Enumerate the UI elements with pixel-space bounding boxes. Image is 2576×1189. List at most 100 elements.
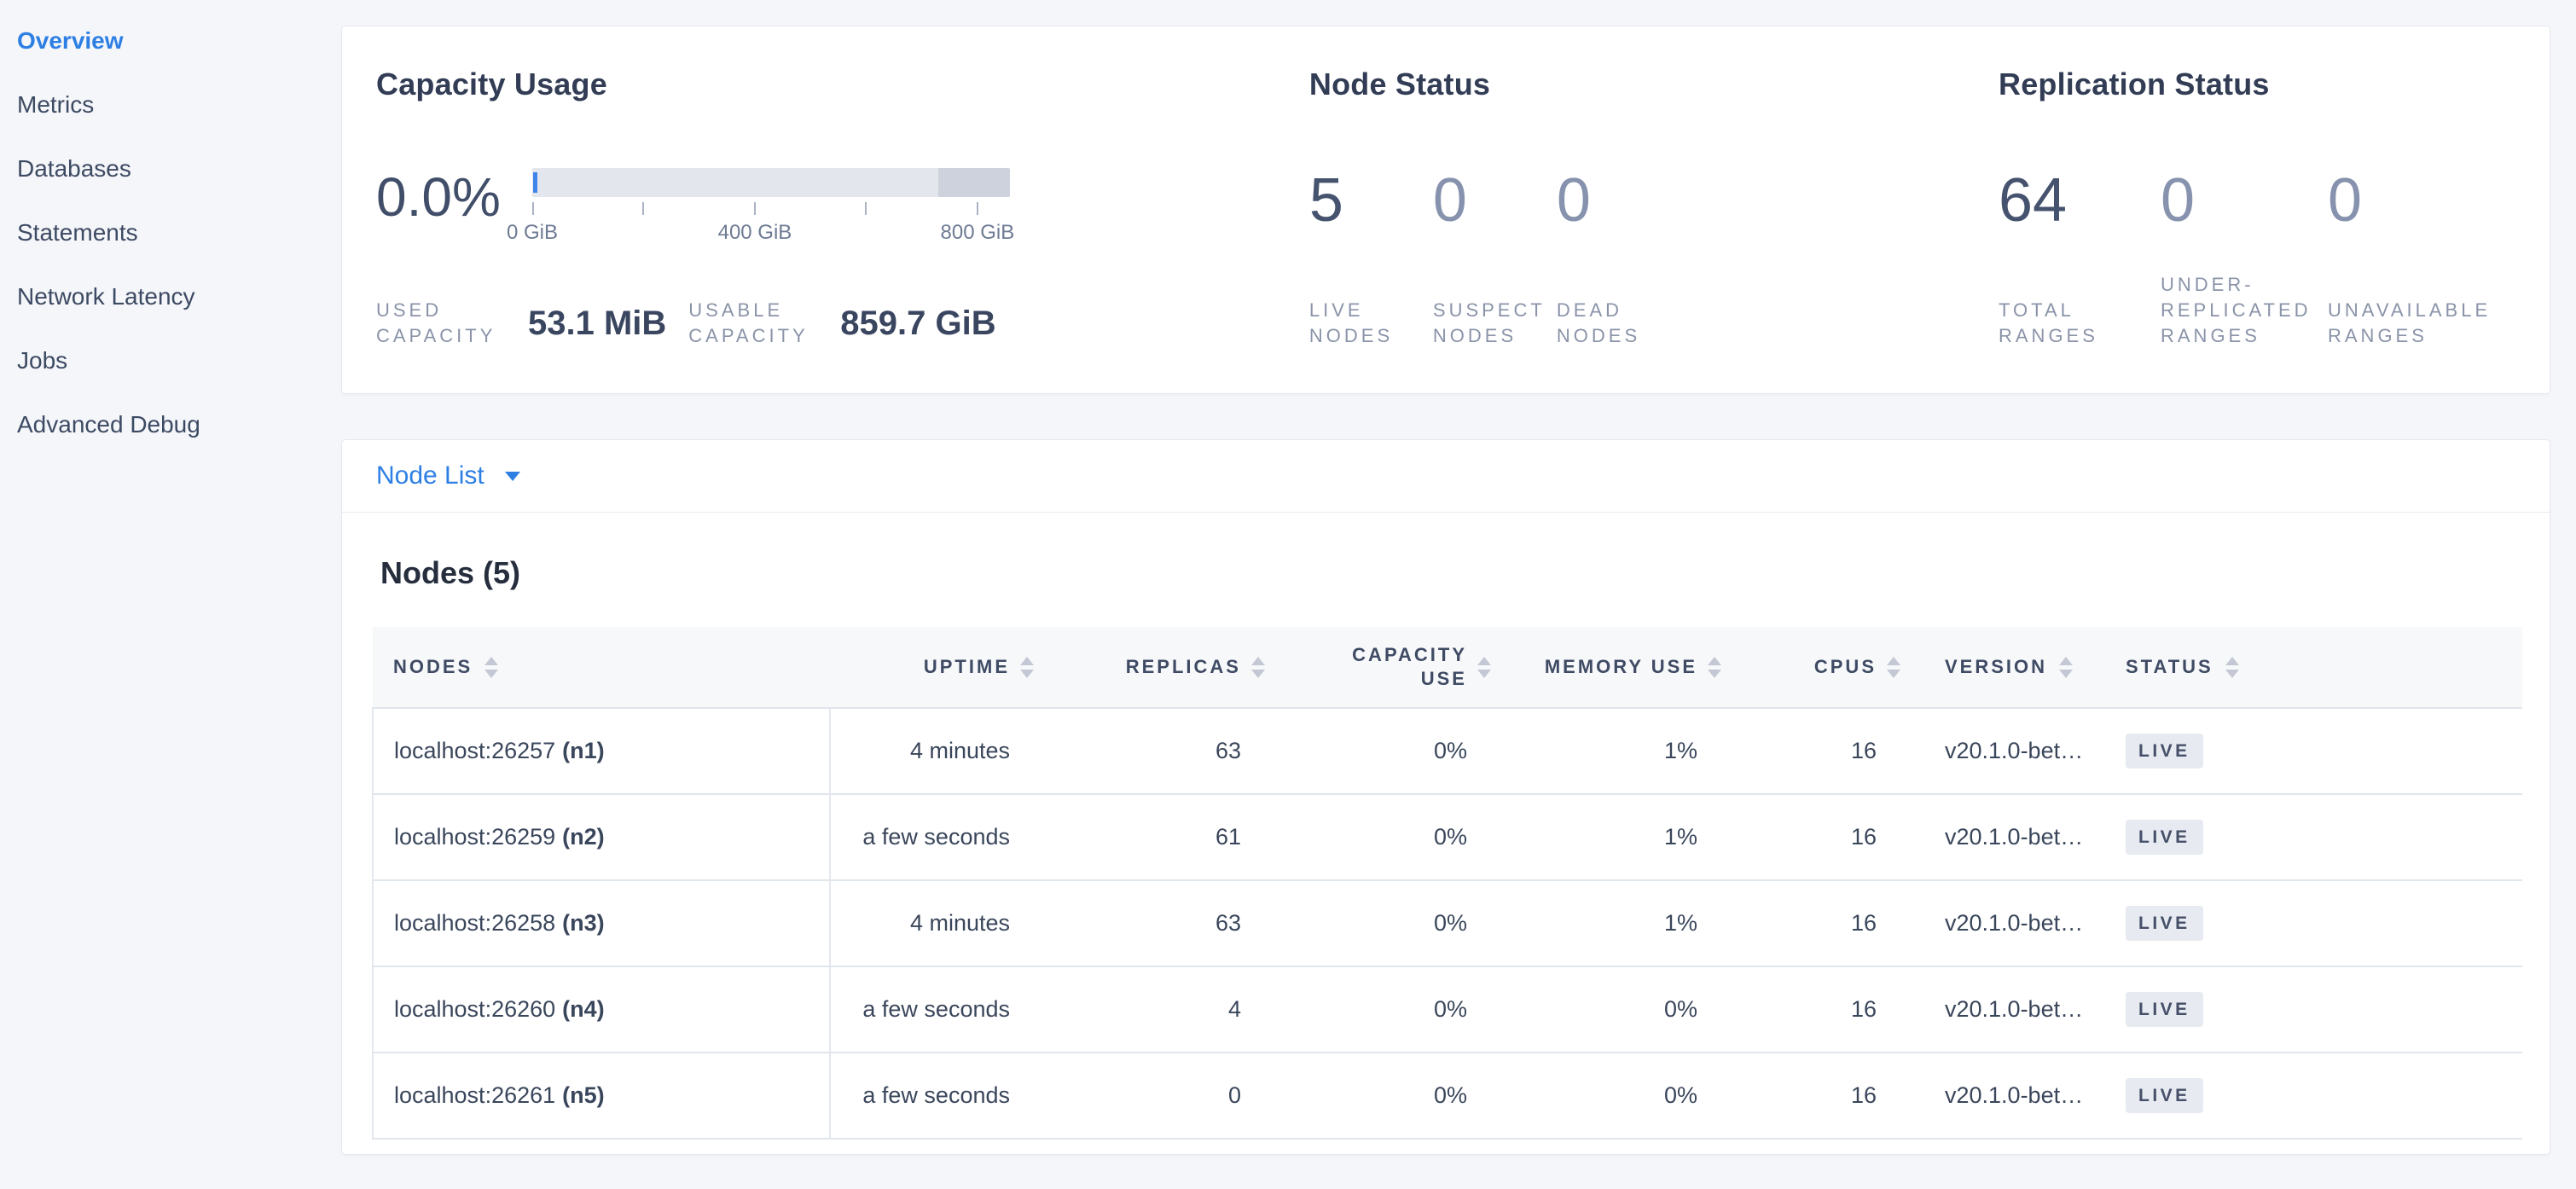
used-capacity-marker <box>533 172 537 193</box>
uptime-cell: a few seconds <box>830 966 1044 1053</box>
sidebar-item-advanced-debug[interactable]: Advanced Debug <box>17 392 341 456</box>
live-nodes-stat: 5 LIVE NODES <box>1309 165 1433 349</box>
version-cell: v20.1.0-bet… <box>1911 794 2098 880</box>
capacity-use-cell: 0% <box>1275 880 1501 966</box>
capacity-use-cell: 0% <box>1275 966 1501 1053</box>
column-header-memory-use[interactable]: MEMORY USE <box>1501 627 1732 708</box>
chevron-down-icon <box>505 472 520 481</box>
node-list-selector-bar: Node List <box>341 439 2550 512</box>
status-badge: LIVE <box>2126 1078 2203 1113</box>
column-header-cpus[interactable]: CPUS <box>1732 627 1911 708</box>
live-nodes-label: LIVE NODES <box>1309 298 1433 349</box>
node-id: (n5) <box>562 1082 605 1108</box>
column-label-memory-use: MEMORY USE <box>1545 656 1697 678</box>
replication-status-section: Replication Status 64 TOTAL RANGES 0 UND… <box>1999 66 2515 393</box>
node-address: localhost:26257 <box>394 738 555 763</box>
version-cell: v20.1.0-bet… <box>1911 1053 2098 1139</box>
sort-icon <box>2059 657 2073 678</box>
capacity-bar-chart: 0 GiB 400 GiB 800 GiB <box>532 165 1010 246</box>
replication-status-title: Replication Status <box>1999 66 2515 103</box>
total-ranges-label: TOTAL RANGES <box>1999 298 2161 349</box>
status-badge: LIVE <box>2126 992 2203 1027</box>
version-cell: v20.1.0-bet… <box>1911 880 2098 966</box>
column-label-status: STATUS <box>2126 656 2213 678</box>
replicas-cell: 63 <box>1044 708 1275 794</box>
sort-icon <box>1010 657 1044 678</box>
replicas-cell: 0 <box>1044 1053 1275 1139</box>
replicas-cell: 63 <box>1044 880 1275 966</box>
sidebar: Overview Metrics Databases Statements Ne… <box>0 0 341 456</box>
sort-icon <box>1697 657 1732 678</box>
node-address-cell[interactable]: localhost:26258(n3) <box>373 880 830 966</box>
node-status-title: Node Status <box>1309 66 1999 103</box>
under-replicated-ranges-value: 0 <box>2161 165 2328 236</box>
node-list-dropdown[interactable]: Node List <box>376 461 520 490</box>
column-header-version[interactable]: VERSION <box>1911 627 2098 708</box>
column-label-replicas: REPLICAS <box>1126 656 1241 678</box>
capacity-use-cell: 0% <box>1275 1053 1501 1139</box>
under-replicated-ranges-stat: 0 UNDER-REPLICATED RANGES <box>2161 165 2328 349</box>
suspect-nodes-label: SUSPECT NODES <box>1433 298 1557 349</box>
sidebar-item-jobs[interactable]: Jobs <box>17 328 341 392</box>
used-capacity-label: USED CAPACITY <box>376 298 528 349</box>
used-capacity-stat: USED CAPACITY 53.1 MiB <box>376 298 666 349</box>
node-status-section: Node Status 5 LIVE NODES 0 SUSPECT NODES… <box>1309 66 1999 393</box>
table-row: localhost:26257(n1) 4 minutes 63 0% 1% 1… <box>373 708 2522 794</box>
sidebar-item-databases[interactable]: Databases <box>17 136 341 200</box>
cpus-cell: 16 <box>1732 1053 1911 1139</box>
column-label-version: VERSION <box>1945 656 2047 678</box>
usable-capacity-stat: USABLE CAPACITY 859.7 GiB <box>688 298 995 349</box>
status-cell: LIVE <box>2098 966 2522 1053</box>
sidebar-item-metrics[interactable]: Metrics <box>17 72 341 136</box>
table-row: localhost:26259(n2) a few seconds 61 0% … <box>373 794 2522 880</box>
node-address-cell[interactable]: localhost:26259(n2) <box>373 794 830 880</box>
uptime-cell: 4 minutes <box>830 708 1044 794</box>
node-id: (n2) <box>562 824 605 850</box>
usable-capacity-label: USABLE CAPACITY <box>688 298 840 349</box>
node-id: (n1) <box>562 738 605 763</box>
dead-nodes-value: 0 <box>1557 165 1680 236</box>
capacity-axis-ticks <box>532 202 1010 216</box>
replicas-cell: 61 <box>1044 794 1275 880</box>
capacity-bar <box>532 168 1010 197</box>
uptime-cell: a few seconds <box>830 794 1044 880</box>
nodes-table-title: Nodes (5) <box>380 555 2515 591</box>
status-cell: LIVE <box>2098 794 2522 880</box>
total-ranges-stat: 64 TOTAL RANGES <box>1999 165 2161 349</box>
table-header-row: NODES UPTIME REPLICAS CAPACITY USE MEMOR… <box>373 627 2522 708</box>
table-row: localhost:26260(n4) a few seconds 4 0% 0… <box>373 966 2522 1053</box>
sidebar-item-statements[interactable]: Statements <box>17 200 341 264</box>
status-cell: LIVE <box>2098 880 2522 966</box>
column-header-replicas[interactable]: REPLICAS <box>1044 627 1275 708</box>
sort-icon <box>484 657 498 678</box>
sort-icon <box>2225 657 2239 678</box>
cpus-cell: 16 <box>1732 794 1911 880</box>
live-nodes-value: 5 <box>1309 165 1433 236</box>
node-address-cell[interactable]: localhost:26260(n4) <box>373 966 830 1053</box>
node-address: localhost:26258 <box>394 910 555 936</box>
axis-label-800: 800 GiB <box>941 221 1015 245</box>
unavailable-ranges-label: UNAVAILABLE RANGES <box>2328 298 2515 349</box>
column-label-uptime: UPTIME <box>924 656 1010 678</box>
total-ranges-value: 64 <box>1999 165 2161 236</box>
memory-use-cell: 1% <box>1501 794 1732 880</box>
node-address: localhost:26260 <box>394 996 555 1022</box>
uptime-cell: 4 minutes <box>830 880 1044 966</box>
column-header-nodes[interactable]: NODES <box>373 627 830 708</box>
memory-use-cell: 0% <box>1501 1053 1732 1139</box>
replicas-cell: 4 <box>1044 966 1275 1053</box>
table-row: localhost:26258(n3) 4 minutes 63 0% 1% 1… <box>373 880 2522 966</box>
sidebar-item-overview[interactable]: Overview <box>17 9 341 72</box>
node-address-cell[interactable]: localhost:26257 (n1) <box>373 708 830 794</box>
column-header-capacity-use[interactable]: CAPACITY USE <box>1275 627 1501 708</box>
cpus-cell: 16 <box>1732 880 1911 966</box>
usable-capacity-value: 859.7 GiB <box>840 304 995 343</box>
sidebar-item-network-latency[interactable]: Network Latency <box>17 264 341 328</box>
column-header-uptime[interactable]: UPTIME <box>830 627 1044 708</box>
column-label-capacity-use: CAPACITY USE <box>1337 643 1467 691</box>
nodes-table-card: Nodes (5) NODES UPTIME REPLICAS CAPACITY… <box>341 512 2550 1155</box>
column-header-status[interactable]: STATUS <box>2098 627 2522 708</box>
memory-use-cell: 1% <box>1501 880 1732 966</box>
node-address-cell[interactable]: localhost:26261(n5) <box>373 1053 830 1139</box>
memory-use-cell: 1% <box>1501 708 1732 794</box>
